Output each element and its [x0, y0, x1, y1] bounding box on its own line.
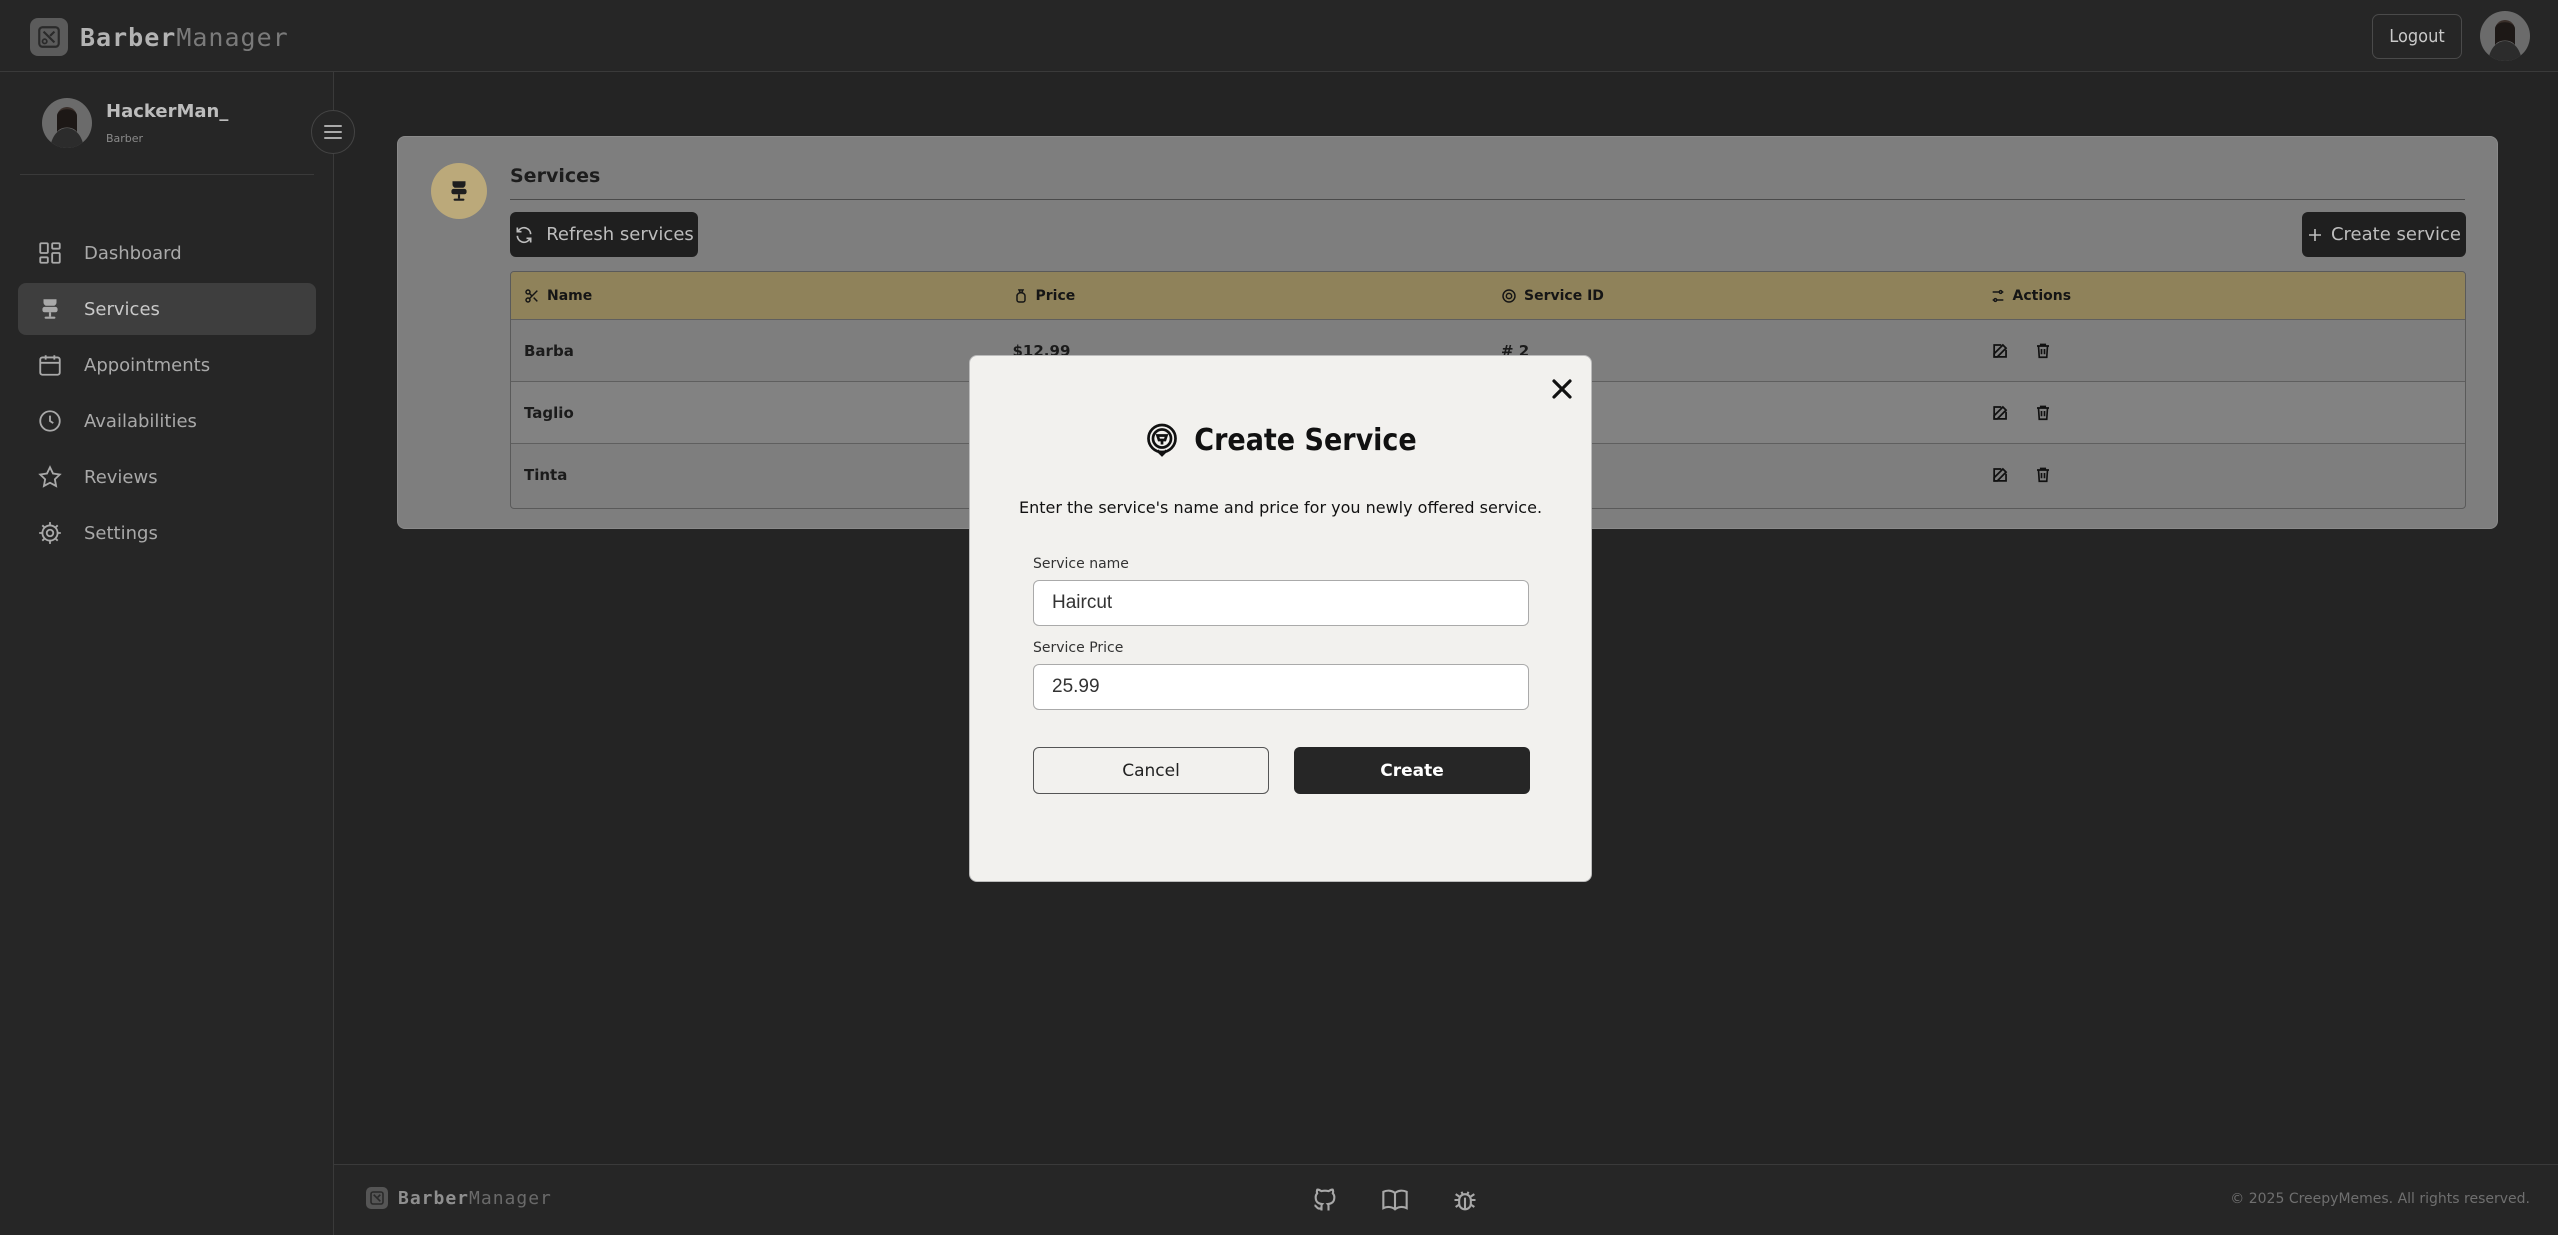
- sidebar-item-label: Services: [84, 298, 160, 320]
- edit-icon[interactable]: [1990, 340, 2012, 362]
- service-badge-icon: [1147, 423, 1178, 457]
- user-name: HackerMan_: [106, 101, 229, 122]
- logo-icon: [366, 1187, 388, 1209]
- create-button[interactable]: Create: [1294, 747, 1530, 794]
- column-header-name: Name: [511, 288, 1000, 304]
- sidebar-item-availabilities[interactable]: Availabilities: [18, 395, 316, 447]
- cell-actions: [1977, 402, 2466, 424]
- sidebar-item-label: Settings: [84, 522, 158, 544]
- cell-name: Taglio: [524, 403, 574, 422]
- sidebar-item-label: Availabilities: [84, 410, 197, 432]
- divider: [20, 174, 314, 175]
- column-header-price: Price: [1000, 288, 1489, 304]
- id-badge-icon: [1502, 288, 1516, 303]
- divider: [510, 199, 2465, 200]
- column-header-actions: Actions: [1977, 288, 2466, 304]
- money-bag-icon: [1015, 288, 1026, 303]
- logo-icon: [30, 18, 68, 56]
- refresh-services-button[interactable]: Refresh services: [510, 212, 698, 257]
- copyright-text: © 2025 CreepyMemes. All rights reserved.: [2230, 1191, 2530, 1207]
- book-icon[interactable]: [1380, 1185, 1410, 1215]
- cell-name: Tinta: [524, 465, 568, 484]
- sidebar: HackerMan_ Barber Dashboard Services App…: [0, 72, 355, 1235]
- cell-actions: [1977, 340, 2466, 362]
- button-label: Create service: [2330, 224, 2461, 245]
- sidebar-item-dashboard[interactable]: Dashboard: [18, 227, 316, 279]
- edit-icon[interactable]: [1990, 402, 2012, 424]
- modal-description: Enter the service's name and price for y…: [1018, 498, 1543, 517]
- delete-icon[interactable]: [2032, 402, 2054, 424]
- create-service-button[interactable]: Create service: [2302, 212, 2466, 257]
- menu-toggle-button[interactable]: [311, 110, 355, 154]
- sidebar-item-label: Reviews: [84, 466, 158, 488]
- cell-actions: [1977, 464, 2466, 486]
- service-price-input[interactable]: 25.99: [1033, 664, 1529, 710]
- avatar[interactable]: [2480, 11, 2530, 61]
- edit-icon[interactable]: [1990, 464, 2012, 486]
- footer: BarberManager © 2025 CreepyMemes. All ri…: [334, 1164, 2558, 1235]
- delete-icon[interactable]: [2032, 464, 2054, 486]
- button-label: Refresh services: [546, 224, 694, 245]
- avatar: [42, 98, 92, 148]
- bug-icon[interactable]: [1450, 1185, 1480, 1215]
- service-price-label: Service Price: [1033, 640, 1124, 656]
- page-title: Services: [510, 165, 601, 187]
- sidebar-item-label: Dashboard: [84, 242, 182, 264]
- sidebar-item-settings[interactable]: Settings: [18, 507, 316, 559]
- sidebar-item-services[interactable]: Services: [18, 283, 316, 335]
- delete-icon[interactable]: [2032, 340, 2054, 362]
- cell-name: Barba: [524, 341, 574, 360]
- sidebar-item-reviews[interactable]: Reviews: [18, 451, 316, 503]
- service-name-input[interactable]: Haircut: [1033, 580, 1529, 626]
- create-service-modal: Create Service Enter the service's name …: [969, 355, 1592, 882]
- sidebar-nav: Dashboard Services Appointments Availabi…: [18, 241, 316, 563]
- footer-logo[interactable]: BarberManager: [366, 1187, 552, 1209]
- service-name-label: Service name: [1033, 556, 1129, 572]
- column-header-service-id: Service ID: [1488, 288, 1977, 304]
- barber-chair-icon: [431, 163, 487, 219]
- logout-button[interactable]: Logout: [2372, 14, 2462, 59]
- barber-chair-icon: [36, 295, 64, 323]
- cancel-button[interactable]: Cancel: [1033, 747, 1269, 794]
- user-card: HackerMan_ Barber: [42, 98, 228, 148]
- clock-icon: [36, 407, 64, 435]
- sidebar-item-appointments[interactable]: Appointments: [18, 339, 316, 391]
- sliders-icon: [1992, 289, 2003, 302]
- star-icon: [36, 463, 64, 491]
- footer-links: [1310, 1185, 1480, 1215]
- close-icon[interactable]: [1551, 378, 1573, 400]
- plus-icon: [2308, 228, 2321, 241]
- gear-icon: [36, 519, 64, 547]
- refresh-icon: [516, 226, 532, 243]
- app-name: BarberManager: [80, 22, 289, 52]
- sidebar-item-label: Appointments: [84, 354, 211, 376]
- modal-title: Create Service: [970, 422, 1591, 458]
- hamburger-icon: [324, 125, 342, 139]
- table-header: Name Price Service ID Actions: [511, 272, 2465, 319]
- calendar-icon: [36, 351, 64, 379]
- github-icon[interactable]: [1310, 1185, 1340, 1215]
- user-role: Barber: [106, 132, 144, 145]
- app-logo[interactable]: BarberManager: [30, 18, 289, 56]
- dashboard-icon: [36, 239, 64, 267]
- top-bar: BarberManager Logout: [0, 0, 2558, 72]
- scissors-icon: [525, 288, 538, 303]
